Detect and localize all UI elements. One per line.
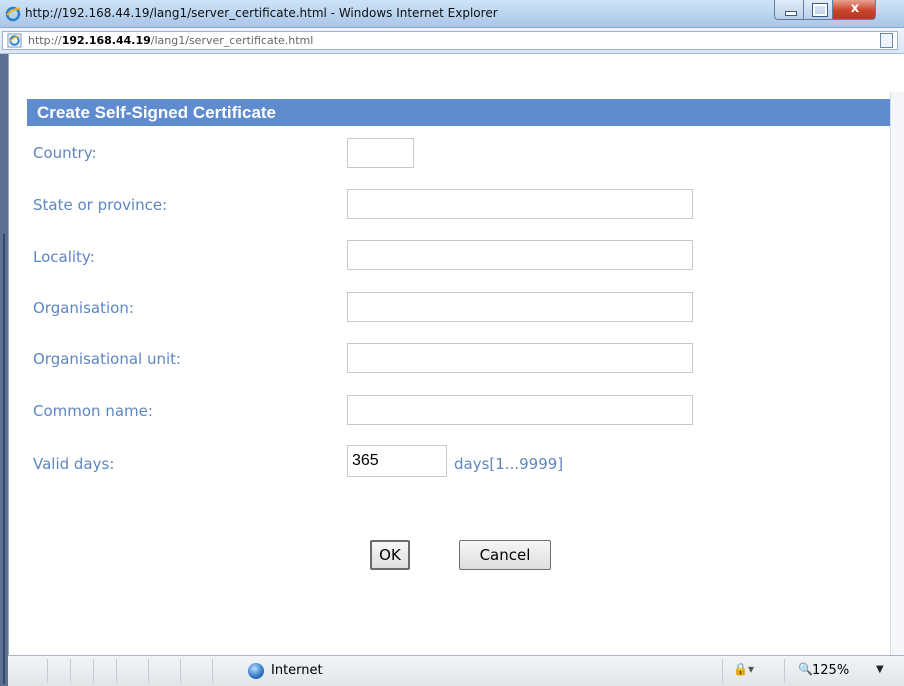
status-divider: [116, 659, 117, 683]
address-bar: http://192.168.44.19/lang1/server_certif…: [0, 28, 904, 54]
organisation-input[interactable]: [347, 292, 693, 322]
status-divider: [722, 659, 723, 683]
ok-button[interactable]: OK: [370, 540, 410, 570]
window-title: http://192.168.44.19/lang1/server_certif…: [25, 6, 498, 20]
address-field[interactable]: http://192.168.44.19/lang1/server_certif…: [2, 31, 898, 50]
organisational-unit-input[interactable]: [347, 343, 693, 373]
status-divider: [70, 659, 71, 683]
status-divider: [784, 659, 785, 683]
form-header: Create Self-Signed Certificate: [27, 99, 890, 126]
valid-days-input[interactable]: [347, 445, 447, 477]
country-input[interactable]: [347, 138, 414, 168]
status-bar: Internet 🔒▾ 🔍 125% ▼: [8, 655, 904, 686]
globe-icon: [248, 663, 264, 679]
status-divider: [47, 659, 48, 683]
security-icon[interactable]: 🔒▾: [733, 662, 763, 680]
security-zone: Internet: [271, 663, 323, 678]
valid-days-range: days[1...9999]: [454, 455, 564, 473]
locality-label: Locality:: [33, 248, 95, 266]
country-label: Country:: [33, 144, 97, 162]
state-label: State or province:: [33, 196, 168, 214]
page-title: Create Self-Signed Certificate: [37, 103, 277, 122]
common-name-input[interactable]: [347, 395, 693, 425]
close-icon: x: [850, 1, 860, 16]
maximize-button[interactable]: [803, 0, 833, 20]
close-button[interactable]: x: [832, 0, 876, 20]
ie-logo-icon: [5, 6, 21, 22]
locality-input[interactable]: [347, 240, 693, 270]
chevron-down-icon[interactable]: ▼: [876, 664, 884, 675]
scroll-edge: [890, 92, 904, 655]
status-divider: [148, 659, 149, 683]
page-icon[interactable]: [880, 33, 893, 48]
status-divider: [180, 659, 181, 683]
valid-days-label: Valid days:: [33, 455, 115, 473]
state-input[interactable]: [347, 189, 693, 219]
zoom-level[interactable]: 125%: [812, 663, 849, 678]
organisational-unit-label: Organisational unit:: [33, 350, 182, 368]
common-name-label: Common name:: [33, 402, 153, 420]
window-left-edge: [0, 54, 8, 686]
organisation-label: Organisation:: [33, 299, 134, 317]
zoom-icon: 🔍: [798, 662, 813, 676]
cancel-button[interactable]: Cancel: [459, 540, 551, 570]
status-divider: [212, 659, 213, 683]
title-bar: http://192.168.44.19/lang1/server_certif…: [0, 0, 904, 28]
ie-page-icon: [7, 33, 22, 48]
status-divider: [93, 659, 94, 683]
minimize-button[interactable]: [774, 0, 804, 20]
address-url: http://192.168.44.19/lang1/server_certif…: [28, 34, 314, 47]
